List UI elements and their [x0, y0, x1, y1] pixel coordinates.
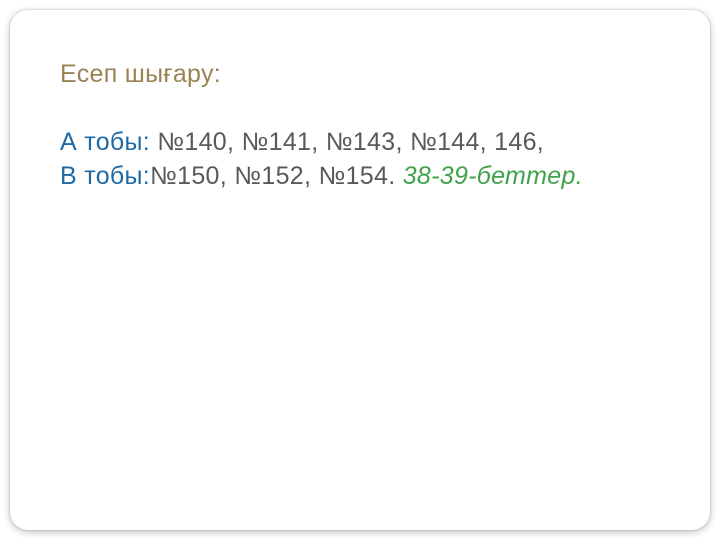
group-b-line: В тобы:№150, №152, №154. 38-39-беттер.: [60, 160, 670, 194]
group-a-label: А тобы:: [60, 128, 157, 156]
group-b-label: В тобы:: [60, 162, 150, 190]
slide-card: Есеп шығару: А тобы: №140, №141, №143, №…: [10, 10, 710, 530]
group-b-items: №150, №152, №154.: [150, 162, 403, 190]
pages-text: 38-39-беттер.: [403, 162, 583, 190]
group-a-line: А тобы: №140, №141, №143, №144, 146,: [60, 126, 670, 160]
group-a-items: №140, №141, №143, №144, 146,: [157, 128, 544, 156]
heading-text: Есеп шығару:: [60, 58, 670, 92]
